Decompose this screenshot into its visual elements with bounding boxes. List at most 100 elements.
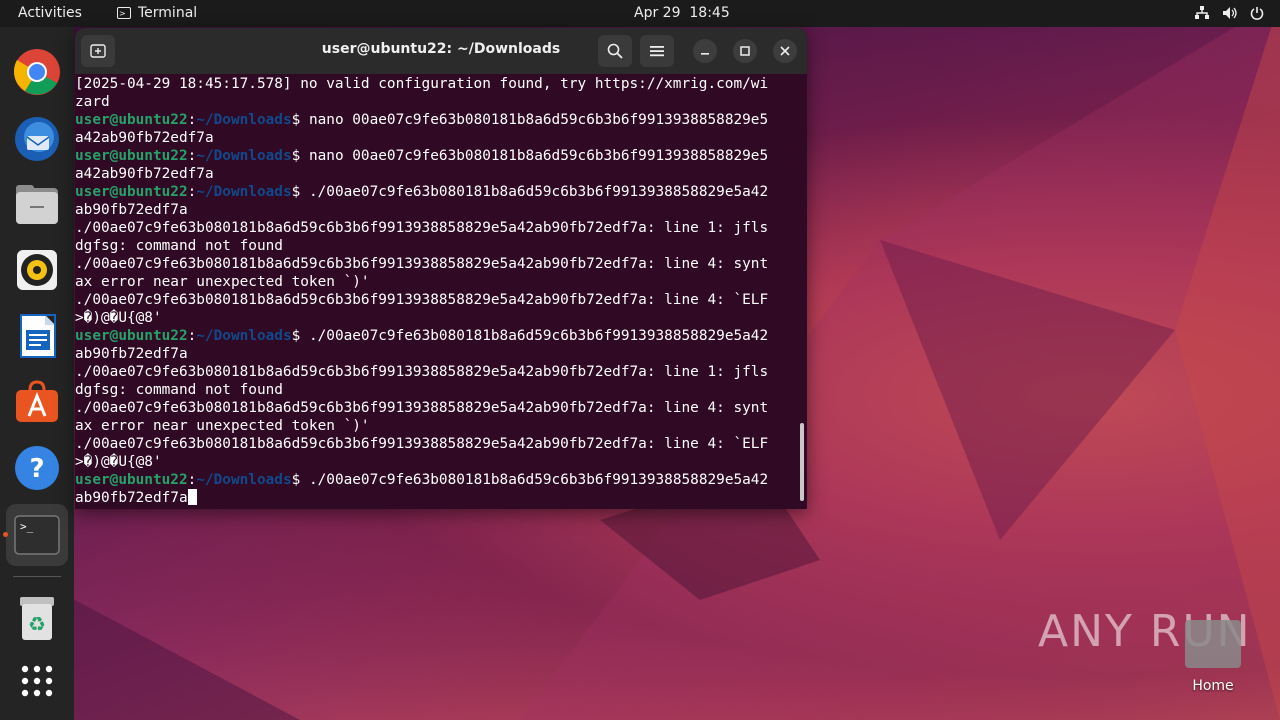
- dock-item-rhythmbox[interactable]: [13, 246, 61, 294]
- close-button[interactable]: [773, 39, 797, 63]
- app-menu[interactable]: > Terminal: [117, 5, 197, 21]
- search-icon: [607, 43, 623, 59]
- files-icon: [16, 185, 58, 224]
- terminal-headerbar[interactable]: user@ubuntu22: ~/Downloads: [75, 28, 807, 74]
- output-text: ./00ae07c9fe63b080181b8a6d59c6b3b6f99139…: [75, 220, 769, 236]
- output-text: ./00ae07c9fe63b080181b8a6d59c6b3b6f99139…: [75, 436, 769, 452]
- app-name: Terminal: [138, 5, 198, 21]
- output-text: ax error near unexpected token `)': [75, 274, 370, 290]
- dock-item-trash[interactable]: ♻: [13, 595, 61, 643]
- terminal-prompt-line: user@ubuntu22:~/Downloads$ nano 00ae07c9…: [75, 147, 807, 165]
- terminal-output-line: ab90fb72edf7a: [75, 201, 807, 219]
- prompt-user: user@ubuntu22: [75, 328, 188, 344]
- menu-button[interactable]: [640, 35, 674, 67]
- command-text: nano 00ae07c9fe63b080181b8a6d59c6b3b6f99…: [308, 148, 769, 164]
- terminal-output-line: dgfsg: command not found: [75, 381, 807, 399]
- top-bar: Activities > Terminal Apr 29 18:45: [0, 0, 1280, 27]
- prompt-separator: :: [187, 328, 197, 344]
- clock-date: Apr 29: [634, 5, 681, 21]
- output-text: dgfsg: command not found: [75, 382, 283, 398]
- svg-text:?: ?: [29, 454, 44, 484]
- output-text: a42ab90fb72edf7a: [75, 130, 214, 146]
- terminal-output-line: ./00ae07c9fe63b080181b8a6d59c6b3b6f99139…: [75, 255, 807, 273]
- prompt-user: user@ubuntu22: [75, 112, 188, 128]
- terminal-prompt-line: user@ubuntu22:~/Downloads$ ./00ae07c9fe6…: [75, 183, 807, 201]
- close-icon: [780, 46, 790, 56]
- clock[interactable]: Apr 29 18:45: [634, 5, 730, 21]
- activities-button[interactable]: Activities: [18, 5, 82, 21]
- prompt-user: user@ubuntu22: [75, 148, 188, 164]
- trash-icon: ♻: [20, 597, 54, 640]
- terminal-output[interactable]: [2025-04-29 18:45:17.578] no valid confi…: [75, 75, 807, 509]
- output-text: ab90fb72edf7a: [75, 202, 188, 218]
- output-text: zard: [75, 94, 110, 110]
- svg-text:>_: >_: [20, 520, 34, 533]
- prompt-dollar: $: [291, 328, 309, 344]
- dock-item-show-apps[interactable]: [13, 657, 61, 705]
- terminal-prompt-line: user@ubuntu22:~/Downloads$ nano 00ae07c9…: [75, 111, 807, 129]
- dock-item-terminal[interactable]: >_: [6, 504, 68, 566]
- prompt-user: user@ubuntu22: [75, 184, 188, 200]
- dock-separator: [13, 576, 61, 577]
- output-text: ax error near unexpected token `)': [75, 418, 370, 434]
- terminal-output-line: zard: [75, 93, 807, 111]
- prompt-dollar: $: [291, 472, 309, 488]
- terminal-output-line: ax error near unexpected token `)': [75, 273, 807, 291]
- terminal-prompt-line: user@ubuntu22:~/Downloads$ ./00ae07c9fe6…: [75, 471, 807, 489]
- terminal-scrollbar[interactable]: [800, 423, 804, 501]
- output-text: >�)@�U{@8': [75, 454, 162, 470]
- command-text: ./00ae07c9fe63b080181b8a6d59c6b3b6f99139…: [308, 328, 769, 344]
- terminal-output-line: >�)@�U{@8': [75, 453, 807, 471]
- terminal-output-line: ab90fb72edf7a: [75, 345, 807, 363]
- volume-icon: [1223, 7, 1237, 19]
- hamburger-menu-icon: [650, 46, 664, 57]
- prompt-dollar: $: [291, 184, 309, 200]
- dock-item-writer[interactable]: [13, 312, 61, 360]
- terminal-window[interactable]: user@ubuntu22: ~/Downloads [2025-04-29 1…: [75, 28, 807, 509]
- maximize-button[interactable]: [733, 39, 757, 63]
- terminal-icon: >_: [14, 515, 60, 555]
- terminal-output-line: ./00ae07c9fe63b080181b8a6d59c6b3b6f99139…: [75, 219, 807, 237]
- minimize-button[interactable]: [693, 39, 717, 63]
- power-icon: [1250, 7, 1264, 20]
- dock-item-thunderbird[interactable]: [13, 114, 61, 162]
- prompt-separator: :: [187, 148, 197, 164]
- system-tray[interactable]: [1194, 6, 1264, 20]
- writer-icon: [20, 314, 56, 358]
- clock-time: 18:45: [689, 5, 730, 21]
- dock-item-files[interactable]: [13, 180, 61, 228]
- command-text: nano 00ae07c9fe63b080181b8a6d59c6b3b6f99…: [308, 112, 769, 128]
- terminal-output-line: [2025-04-29 18:45:17.578] no valid confi…: [75, 75, 807, 93]
- prompt-user: user@ubuntu22: [75, 472, 188, 488]
- prompt-dollar: $: [291, 148, 309, 164]
- prompt-path: ~/Downloads: [196, 148, 292, 164]
- prompt-separator: :: [187, 112, 197, 128]
- output-text: ab90fb72edf7a: [75, 346, 188, 362]
- app-center-icon: [16, 380, 58, 422]
- active-indicator: [3, 532, 8, 537]
- output-text: ./00ae07c9fe63b080181b8a6d59c6b3b6f99139…: [75, 256, 769, 272]
- rhythmbox-icon: [17, 250, 57, 290]
- minimize-icon: [701, 53, 709, 55]
- home-folder-icon[interactable]: [1185, 620, 1241, 668]
- command-text: ./00ae07c9fe63b080181b8a6d59c6b3b6f99139…: [308, 472, 769, 488]
- dock-item-chrome[interactable]: [13, 48, 61, 96]
- terminal-output-line: >�)@�U{@8': [75, 309, 807, 327]
- network-icon: [1195, 6, 1209, 19]
- terminal-output-line: ax error near unexpected token `)': [75, 417, 807, 435]
- output-text: ./00ae07c9fe63b080181b8a6d59c6b3b6f99139…: [75, 292, 769, 308]
- terminal-output-line: ./00ae07c9fe63b080181b8a6d59c6b3b6f99139…: [75, 399, 807, 417]
- dock-item-app-center[interactable]: [13, 378, 61, 426]
- output-text: ./00ae07c9fe63b080181b8a6d59c6b3b6f99139…: [75, 400, 769, 416]
- svg-text:♻: ♻: [28, 612, 46, 636]
- output-text: >�)@�U{@8': [75, 310, 162, 326]
- dock-item-help[interactable]: ?: [13, 444, 61, 492]
- terminal-output-line: dgfsg: command not found: [75, 237, 807, 255]
- home-folder-label[interactable]: Home: [1180, 678, 1246, 694]
- prompt-dollar: $: [291, 112, 309, 128]
- search-button[interactable]: [598, 35, 632, 67]
- command-text: ./00ae07c9fe63b080181b8a6d59c6b3b6f99139…: [308, 184, 769, 200]
- current-input-text: ab90fb72edf7a: [75, 490, 188, 506]
- prompt-path: ~/Downloads: [196, 472, 292, 488]
- output-text: a42ab90fb72edf7a: [75, 166, 214, 182]
